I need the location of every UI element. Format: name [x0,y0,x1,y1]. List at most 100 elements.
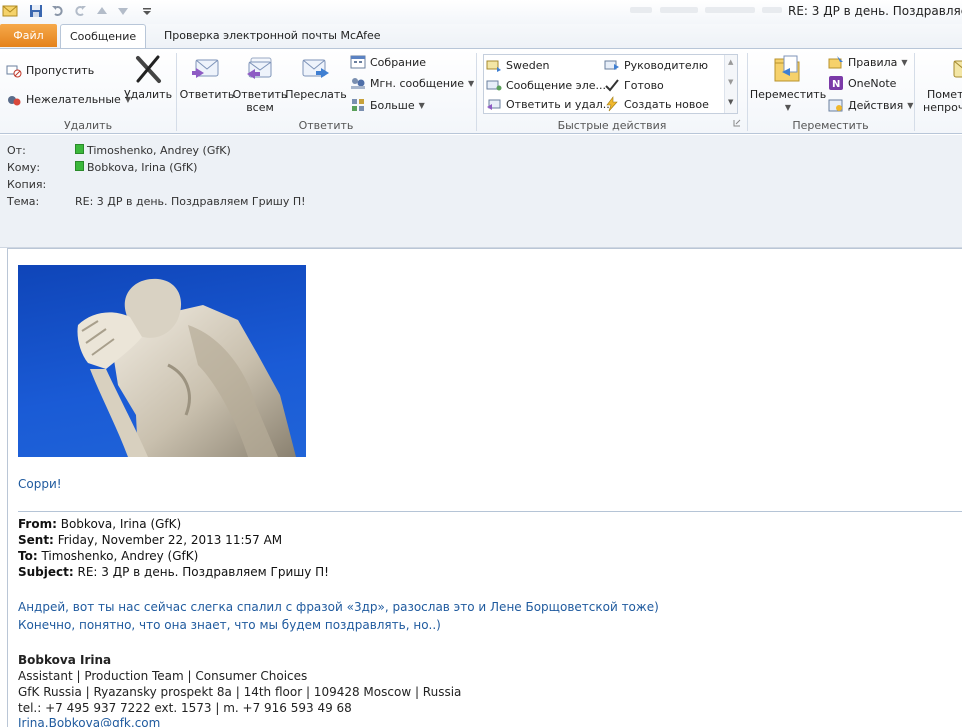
signature-phone: tel.: +7 495 937 7222 ext. 1573 | m. +7 … [18,701,352,715]
reply-icon [191,53,223,85]
meeting-button[interactable]: Собрание [350,52,426,72]
to-value[interactable]: Bobkova, Irina (GfK) [87,161,197,176]
undo-icon[interactable] [50,3,66,19]
quoted-sent: Sent: Friday, November 22, 2013 11:57 AM [18,533,283,547]
ignore-icon [6,62,22,78]
ribbon: Пропустить Нежелательные ▼ Удалить Удали… [0,48,962,134]
reply-delete-icon [486,96,502,112]
outlook-message-window: RE: 3 ДР в день. Поздравляем Гри Файл Со… [0,0,962,727]
quick-step-reply-delete[interactable]: Ответить и удал... [486,94,613,114]
move-button[interactable]: Переместить ▼ [750,53,826,114]
group-label-reply: Ответить [298,119,354,132]
quoted-line-1: Андрей, вот ты нас сейчас слегка спалил … [18,600,659,614]
move-folder-icon [772,53,804,85]
actions-button[interactable]: Действия ▼ [828,95,913,115]
more-button[interactable]: Больше ▼ [350,95,425,115]
signature-name: Bobkova Irina [18,653,112,667]
quick-step-manager[interactable]: Руководителю [604,55,708,75]
arrow-up-icon[interactable] [94,3,110,19]
gallery-expand-icon[interactable]: ▼ [728,98,733,106]
signature-address: GfK Russia | Ryazansky prospekt 8a | 14t… [18,685,462,699]
rules-button[interactable]: Правила ▼ [828,52,908,72]
scroll-up-icon[interactable]: ▲ [728,58,733,66]
arrow-down-icon[interactable] [115,3,131,19]
presence-icon [75,144,84,154]
title-bar: RE: 3 ДР в день. Поздравляем Гри [0,0,962,24]
chevron-down-icon: ▼ [467,78,475,88]
ribbon-tabs: Файл Сообщение Проверка электронной почт… [0,24,962,48]
signature-title: Assistant | Production Team | Consumer C… [18,669,308,683]
customize-toolbar-icon[interactable] [139,3,155,19]
tab-file[interactable]: Файл [0,24,57,47]
quote-divider [18,511,962,512]
group-label-delete: Удалить [63,119,113,132]
group-tags: Помет непроч [915,49,962,134]
tab-mcafee[interactable]: Проверка электронной почты McAfee [155,24,390,48]
im-icon [350,75,366,91]
ignore-button[interactable]: Пропустить [6,60,94,80]
title-placeholder [705,7,755,13]
quoted-from: From: Bobkova, Irina (GfK) [18,517,182,531]
onenote-icon: N [828,75,844,91]
group-delete: Пропустить Нежелательные ▼ Удалить Удали… [0,49,176,134]
lightning-icon [604,96,620,112]
from-value[interactable]: Timoshenko, Andrey (GfK) [87,144,231,159]
instant-message-button[interactable]: Мгн. сообщение ▼ [350,73,474,93]
quick-steps-gallery: Sweden Руководителю Сообщение эле... Гот… [483,54,738,114]
title-placeholder [660,7,698,13]
save-icon[interactable] [28,3,44,19]
cc-row: Копия: [7,178,47,191]
delete-x-icon [132,53,164,85]
message-body[interactable]: Сорри! From: Bobkova, Irina (GfK) Sent: … [7,248,962,727]
reply-all-button[interactable]: Ответить всем [233,53,287,114]
junk-icon [6,91,22,107]
tab-message[interactable]: Сообщение [60,24,147,48]
reply-button[interactable]: Ответить [180,53,234,101]
onenote-button[interactable]: N OneNote [828,73,896,93]
forward-envelope-icon [604,57,620,73]
dialog-launcher-icon[interactable] [733,117,741,130]
team-email-icon [486,77,502,93]
quick-steps-scrollbar[interactable]: ▲ ▼ ▼ [724,55,737,113]
checkmark-icon [604,77,620,93]
forward-button[interactable]: Переслать [285,53,347,101]
quick-step-done[interactable]: Готово [604,75,664,95]
reply-text: Сорри! [18,477,62,491]
quick-step-email[interactable]: Сообщение эле... [486,75,606,95]
mark-unread-button[interactable]: Помет непроч [921,53,962,114]
chevron-down-icon: ▼ [784,103,792,112]
redo-icon[interactable] [72,3,88,19]
quoted-line-2: Конечно, понятно, что она знает, что мы … [18,618,441,632]
envelope-icon [2,3,18,19]
window-title: RE: 3 ДР в день. Поздравляем Гри [788,4,962,18]
group-label-move: Переместить [792,119,869,132]
from-row: От: Timoshenko, Andrey (GfK) [7,144,231,159]
forward-icon [300,53,332,85]
facepalm-statue-image [18,265,306,457]
actions-icon [828,97,844,113]
reply-all-icon [244,53,276,85]
group-move: Переместить ▼ Правила ▼ N OneNote Действ… [748,49,913,134]
envelope-arrow-icon [486,57,502,73]
more-icon [350,97,366,113]
junk-button[interactable]: Нежелательные ▼ [6,89,131,109]
signature-email-link[interactable]: Irina.Bobkova@gfk.com [18,716,160,727]
svg-text:N: N [832,79,840,90]
chevron-down-icon: ▼ [418,100,425,110]
title-placeholder [630,7,652,13]
quick-step-sweden[interactable]: Sweden [486,55,549,75]
meeting-icon [350,54,366,70]
chevron-down-icon: ▼ [901,57,908,67]
to-row: Кому: Bobkova, Irina (GfK) [7,161,198,176]
quick-step-create-new[interactable]: Создать новое [604,94,709,114]
subject-row: Тема: RE: 3 ДР в день. Поздравляем Гришу… [7,195,306,208]
rules-icon [828,54,844,70]
quoted-subject: Subject: RE: 3 ДР в день. Поздравляем Гр… [18,565,329,579]
title-placeholder [762,7,782,13]
message-header: От: Timoshenko, Andrey (GfK) Кому: Bobko… [0,135,962,248]
scroll-down-icon[interactable]: ▼ [728,78,733,86]
subject-value: RE: 3 ДР в день. Поздравляем Гришу П! [75,195,306,208]
delete-button[interactable]: Удалить [124,53,172,101]
group-label-quick-steps: Быстрые действия [557,119,667,132]
quoted-to: To: Timoshenko, Andrey (GfK) [18,549,199,563]
